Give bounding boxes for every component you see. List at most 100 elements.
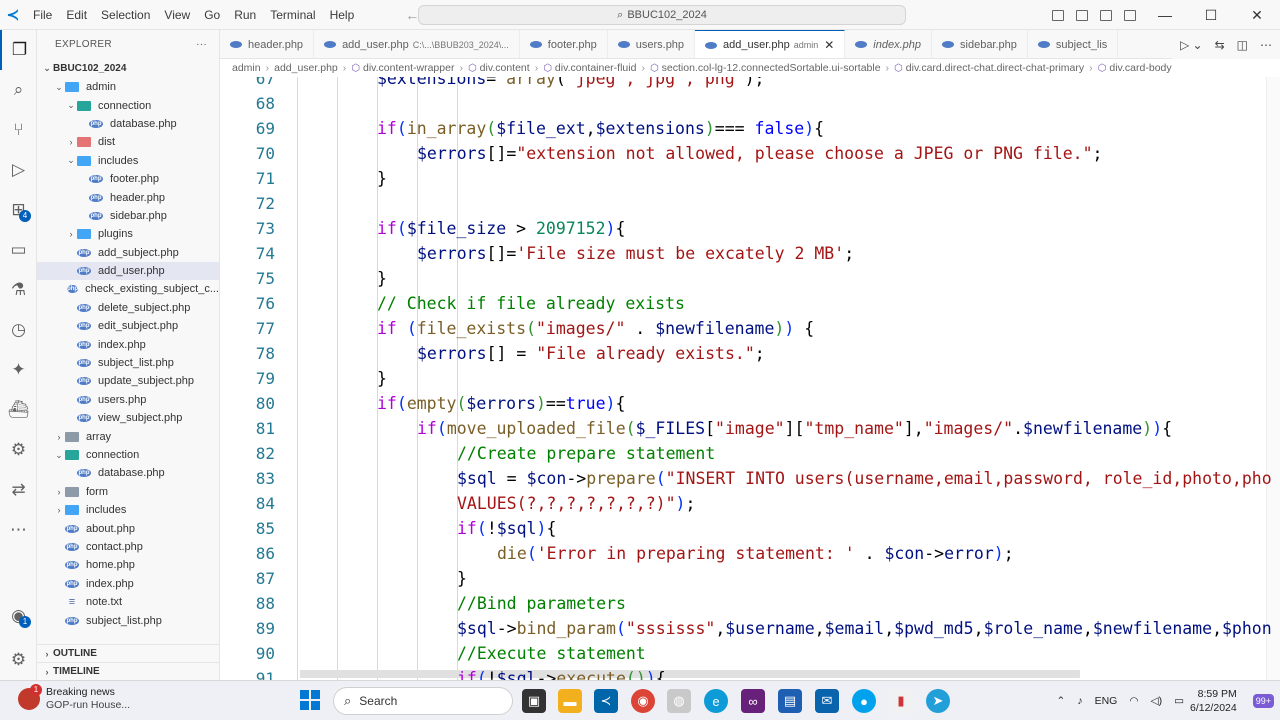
extensions-icon[interactable]: ⊞ 4 (0, 190, 37, 230)
teams-icon[interactable]: ● (852, 689, 876, 713)
search-view-icon[interactable]: ⌕ (0, 70, 37, 110)
office-icon[interactable]: ▮ (889, 689, 913, 713)
breadcrumb-item[interactable]: div.card-body (1109, 62, 1171, 74)
mail-icon[interactable]: ✉ (815, 689, 839, 713)
timeline-section[interactable]: › TIMELINE (37, 662, 219, 680)
code-line[interactable]: 67 $extensions= array("jpeg","jpg","png")… (220, 77, 1280, 91)
tree-file[interactable]: php index.php (37, 335, 219, 353)
menu-edit[interactable]: Edit (59, 8, 94, 22)
start-button[interactable] (300, 690, 320, 710)
tree-file[interactable]: php edit_subject.php (37, 317, 219, 335)
code-line[interactable]: 83 $sql = $con->prepare("INSERT INTO user… (220, 466, 1280, 491)
tree-folder[interactable]: ⌄ admin (37, 78, 219, 96)
docker-icon[interactable]: ⛴ (0, 390, 37, 430)
tree-file[interactable]: php update_subject.php (37, 372, 219, 390)
tree-file[interactable]: php index.php (37, 575, 219, 593)
tree-folder[interactable]: ⌄ connection (37, 446, 219, 464)
git-graph-icon[interactable]: ◷ (0, 310, 37, 350)
code-line[interactable]: 73 if($file_size > 2097152){ (220, 216, 1280, 241)
code-line[interactable]: 75} (220, 266, 1280, 291)
code-line[interactable]: 89 $sql->bind_param("sssisss",$username,$… (220, 616, 1280, 641)
code-line[interactable]: 68 (220, 91, 1280, 116)
code-line[interactable]: 70 $errors[]="extension not allowed, plea… (220, 141, 1280, 166)
accounts-icon[interactable]: ◉ 1 (0, 596, 37, 636)
tree-file[interactable]: php subject_list.php (37, 354, 219, 372)
manage-gear-icon[interactable]: ⚙ (0, 640, 37, 680)
menu-terminal[interactable]: Terminal (263, 8, 322, 22)
minimize-button[interactable]: — (1142, 0, 1188, 30)
tree-file[interactable]: php subject_list.php (37, 611, 219, 629)
workspace-root[interactable]: ⌄ BBUC102_2024 (37, 58, 219, 78)
taskbar-search[interactable]: ⌕ Search (333, 687, 513, 715)
testing-icon[interactable]: ⚗ (0, 270, 37, 310)
code-line[interactable]: 74 $errors[]='File size must be excately … (220, 241, 1280, 266)
chrome-icon[interactable]: ◉ (631, 689, 655, 713)
task-view-icon[interactable]: ▣ (522, 689, 546, 713)
remote-explorer-icon[interactable]: ▭ (0, 230, 37, 270)
customize-layout-icon[interactable] (1124, 9, 1136, 21)
tree-folder[interactable]: › dist (37, 133, 219, 151)
live-share-icon[interactable]: ⇄ (0, 470, 37, 510)
tree-file[interactable]: php view_subject.php (37, 409, 219, 427)
editor-tab[interactable]: add_user.php admin ✕ (695, 30, 846, 58)
tree-folder[interactable]: › form (37, 483, 219, 501)
outline-section[interactable]: › OUTLINE (37, 644, 219, 662)
tree-file[interactable]: php check_existing_subject_c... (37, 280, 219, 298)
tree-file[interactable]: php add_user.php (37, 261, 219, 281)
breadcrumb-item[interactable]: div.content (480, 62, 530, 74)
tree-file[interactable]: php home.php (37, 556, 219, 574)
command-center-search[interactable]: ⌕ BBUC102_2024 (418, 5, 906, 25)
clock[interactable]: 8:59 PM 6/12/2024 (1190, 687, 1237, 715)
battery-icon[interactable]: ▭ (1174, 695, 1184, 707)
toggle-primary-sidebar-icon[interactable] (1052, 9, 1064, 21)
tree-folder[interactable]: › includes (37, 501, 219, 519)
menu-help[interactable]: Help (323, 8, 362, 22)
code-line[interactable]: 87} (220, 566, 1280, 591)
run-debug-icon[interactable]: ▷ (0, 150, 37, 190)
notifications-icon[interactable]: 99+ (1252, 694, 1274, 708)
breadcrumb-item[interactable]: div.container-fluid (555, 62, 637, 74)
breadcrumb-item[interactable]: admin (232, 62, 261, 74)
code-line[interactable]: 78 $errors[] = "File already exists."; (220, 341, 1280, 366)
volume-icon[interactable]: ◁) (1151, 695, 1163, 707)
toggle-secondary-sidebar-icon[interactable] (1100, 9, 1112, 21)
tree-file[interactable]: php footer.php (37, 170, 219, 188)
split-editor-icon[interactable]: ◫ (1237, 38, 1248, 52)
show-hidden-icons-icon[interactable]: ⌃ (1057, 695, 1066, 707)
news-widget[interactable]: 1 Breaking news GOP-run House... (18, 684, 130, 712)
tree-file[interactable]: php add_subject.php (37, 244, 219, 262)
vscode-taskbar-icon[interactable]: ≺ (594, 689, 618, 713)
code-line[interactable]: 71} (220, 166, 1280, 191)
code-line[interactable]: 72 (220, 191, 1280, 216)
breadcrumb-item[interactable]: div.card.direct-chat.direct-chat-primary (906, 62, 1084, 74)
code-line[interactable]: 91 if(!$sql->execute()){ (220, 666, 1280, 680)
code-line[interactable]: 69 if(in_array($file_ext,$extensions)=== … (220, 116, 1280, 141)
tree-file[interactable]: php database.php (37, 464, 219, 482)
source-control-icon[interactable]: ⑂ (0, 110, 37, 150)
menu-file[interactable]: File (26, 8, 59, 22)
code-line[interactable]: 84 VALUES(?,?,?,?,?,?,?)"); (220, 491, 1280, 516)
editor-tab[interactable]: header.php (220, 30, 315, 58)
explorer-more-icon[interactable]: ··· (196, 39, 207, 50)
editor-tab[interactable]: add_user.php C:\...\BBUB203_2024\... (314, 30, 520, 58)
tree-folder[interactable]: › plugins (37, 225, 219, 243)
code-line[interactable]: 82 //Create prepare statement (220, 441, 1280, 466)
breadcrumb-item[interactable]: div.content-wrapper (363, 62, 454, 74)
menu-selection[interactable]: Selection (94, 8, 157, 22)
code-line[interactable]: 88 //Bind parameters (220, 591, 1280, 616)
menu-view[interactable]: View (157, 8, 197, 22)
tree-folder[interactable]: ⌄ includes (37, 152, 219, 170)
file-explorer-icon[interactable]: ▬ (558, 689, 582, 713)
tree-file[interactable]: php contact.php (37, 538, 219, 556)
code-line[interactable]: 76 // Check if file already exists (220, 291, 1280, 316)
code-line[interactable]: 86 die('Error in preparing statement: ' .… (220, 541, 1280, 566)
tree-file[interactable]: php about.php (37, 519, 219, 537)
more-actions-icon[interactable]: ⋯ (1260, 38, 1272, 52)
wifi-icon[interactable]: ◠ (1129, 695, 1138, 707)
menu-go[interactable]: Go (197, 8, 227, 22)
compare-icon[interactable]: ⇆ (1215, 38, 1225, 52)
toggle-panel-icon[interactable] (1076, 9, 1088, 21)
language-indicator[interactable]: ENG (1095, 695, 1118, 707)
maximize-button[interactable]: ☐ (1188, 0, 1234, 30)
run-file-icon[interactable]: ▷ ⌄ (1180, 38, 1203, 52)
